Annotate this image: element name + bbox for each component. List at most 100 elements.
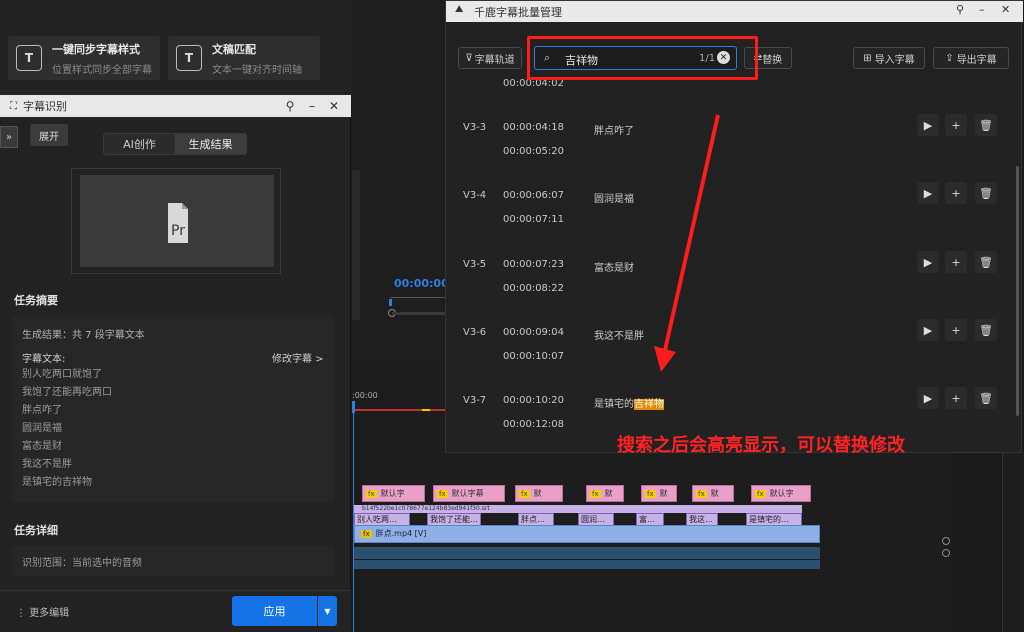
subtitle-line: 圆润是福 [22,423,62,434]
audio-clip-2[interactable] [354,560,820,569]
expand-arrow-icon[interactable]: » [0,126,18,148]
panel-header: ⛶ 字幕识别 ⚲ – ✕ [0,95,351,117]
text-sync-icon: T [16,45,42,71]
subtitle-style-clip[interactable]: fx 默认字 [362,485,425,502]
row-end: 00:00:08:22 [503,283,565,294]
export-subtitle-button[interactable]: ⇪ 导出字幕 [933,47,1009,69]
subtitle-line: 是镇宅的吉祥物 [22,477,92,488]
subtitle-style-clip[interactable]: fx 默 [586,485,624,502]
more-edit-button[interactable]: ⋮ 更多编辑 [16,604,69,619]
text-match-title: 文稿匹配 [212,42,256,56]
recognize-icon: ⛶ [10,100,17,112]
minimize-icon[interactable]: – [304,98,320,114]
tab-ai-create[interactable]: AI创作 [104,134,175,154]
preview-box: Pr [71,168,281,274]
close-icon[interactable]: ✕ [326,98,342,114]
track-handle[interactable] [942,549,950,557]
row-end: 00:00:12:08 [503,419,565,430]
row-start: 00:00:06:07 [503,190,565,201]
play-icon[interactable]: ▶ [917,114,939,136]
pr-label: Pr [171,223,185,239]
subtitle-style-clip[interactable]: fx 默认字 [751,485,811,502]
add-icon[interactable]: + [945,319,967,341]
subtitle-line: 别人吃两口就饱了 [22,369,102,380]
summary-title: 任务摘要 [14,294,58,307]
pin-icon[interactable]: ⚲ [282,98,298,114]
add-icon[interactable]: + [945,114,967,136]
srt-track-header[interactable]: b14f522be1c078677e124b83ed941f30.srt [354,505,802,513]
pin-icon[interactable]: ⚲ [956,3,964,16]
add-icon[interactable]: + [945,182,967,204]
subtitle-line: 富态是财 [22,441,62,452]
row-id: V3-7 [463,395,487,406]
result-count: 生成结果：共 7 段字幕文本 [22,330,145,341]
sync-style-sub: 位置样式同步全部字幕 [52,64,152,76]
batch-manager-header: ⛰ 千鹿字幕批量管理 ⚲ – ✕ [446,1,1023,22]
delete-icon[interactable]: 🗑 [975,387,997,409]
delete-icon[interactable]: 🗑 [975,319,997,341]
row-text[interactable]: 富态是财 [594,259,634,274]
playhead-marker[interactable] [389,299,392,306]
subtitle-style-clip[interactable]: fx 默 [692,485,734,502]
expand-button[interactable]: 展开 [30,124,68,146]
play-icon[interactable]: ▶ [917,182,939,204]
play-icon[interactable]: ▶ [917,387,939,409]
import-icon: ⊞ [863,52,872,64]
row-end: 00:00:05:20 [503,146,565,157]
import-subtitle-button[interactable]: ⊞ 导入字幕 [853,47,925,69]
result-tabs: AI创作 生成结果 [103,133,247,155]
sync-style-card[interactable]: T 一键同步字幕样式 位置样式同步全部字幕 [8,36,160,80]
minimize-icon[interactable]: – [979,3,985,16]
row-id: V3-4 [463,190,487,201]
search-value: 吉祥物 [565,54,598,67]
clear-search-icon[interactable]: ✕ [717,51,730,64]
play-icon[interactable]: ▶ [917,319,939,341]
batch-manager-title: 千鹿字幕批量管理 [474,5,562,19]
quick-actions-panel: ⌄ T 一键同步字幕样式 位置样式同步全部字幕 T 文稿匹配 文本一键对齐时间轴 [0,0,375,97]
text-match-card[interactable]: T 文稿匹配 文本一键对齐时间轴 [168,36,320,80]
row-start: 00:00:07:23 [503,259,565,270]
timecode: 00:00:00 [394,277,449,290]
tab-result[interactable]: 生成结果 [175,134,246,154]
row-id: V3-5 [463,259,487,270]
subtitle-line: 我这不是胖 [22,459,72,470]
apply-button[interactable]: 应用 [232,596,317,626]
annotation-arrow-icon [654,114,720,372]
range-box: 识别范围：当前选中的音频 [12,546,334,576]
scrollbar[interactable] [1016,166,1019,416]
row-text[interactable]: 圆润是福 [594,190,634,205]
partial-row-end: 00:00:04:02 [503,78,565,89]
replace-button[interactable]: ⇄ 替换 [744,47,792,69]
row-text[interactable]: 是镇宅的吉祥物 [594,395,664,410]
row-id: V3-6 [463,327,487,338]
pr-file-icon: Pr [168,203,188,243]
subtitle-style-clip[interactable]: fx 默认字幕 [433,485,505,502]
apply-dropdown-icon[interactable]: ▼ [318,596,337,626]
row-text[interactable]: 我这不是胖 [594,327,644,342]
delete-icon[interactable]: 🗑 [975,182,997,204]
filter-icon: ⊽ [465,52,473,64]
video-clip[interactable]: fx 胖点.mp4 [V] [354,525,820,543]
subtitle-style-clip[interactable]: fx 默 [515,485,563,502]
delete-icon[interactable]: 🗑 [975,251,997,273]
row-text[interactable]: 胖点咋了 [594,122,634,137]
audio-clip-1[interactable] [354,547,820,559]
modify-subtitle-link[interactable]: 修改字幕 > [272,350,324,365]
panel-title: 字幕识别 [23,100,67,113]
subtitle-style-clip[interactable]: fx 默 [641,485,677,502]
row-end: 00:00:10:07 [503,351,565,362]
track-handle[interactable] [942,537,950,545]
search-input[interactable]: ⌕ 吉祥物 1/1 ✕ [534,46,737,70]
close-icon[interactable]: ✕ [1001,3,1010,16]
row-id: V3-3 [463,122,487,133]
add-icon[interactable]: + [945,387,967,409]
row-text-prefix: 是镇宅的 [594,399,634,410]
subtitle-track-filter[interactable]: ⊽ 字幕轨道 [458,47,522,69]
play-icon[interactable]: ▶ [917,251,939,273]
text-match-icon: T [176,45,202,71]
add-icon[interactable]: + [945,251,967,273]
delete-icon[interactable]: 🗑 [975,114,997,136]
right-edge-panel [1002,453,1024,632]
row-end: 00:00:07:11 [503,214,565,225]
search-count: 1/1 [699,53,716,64]
